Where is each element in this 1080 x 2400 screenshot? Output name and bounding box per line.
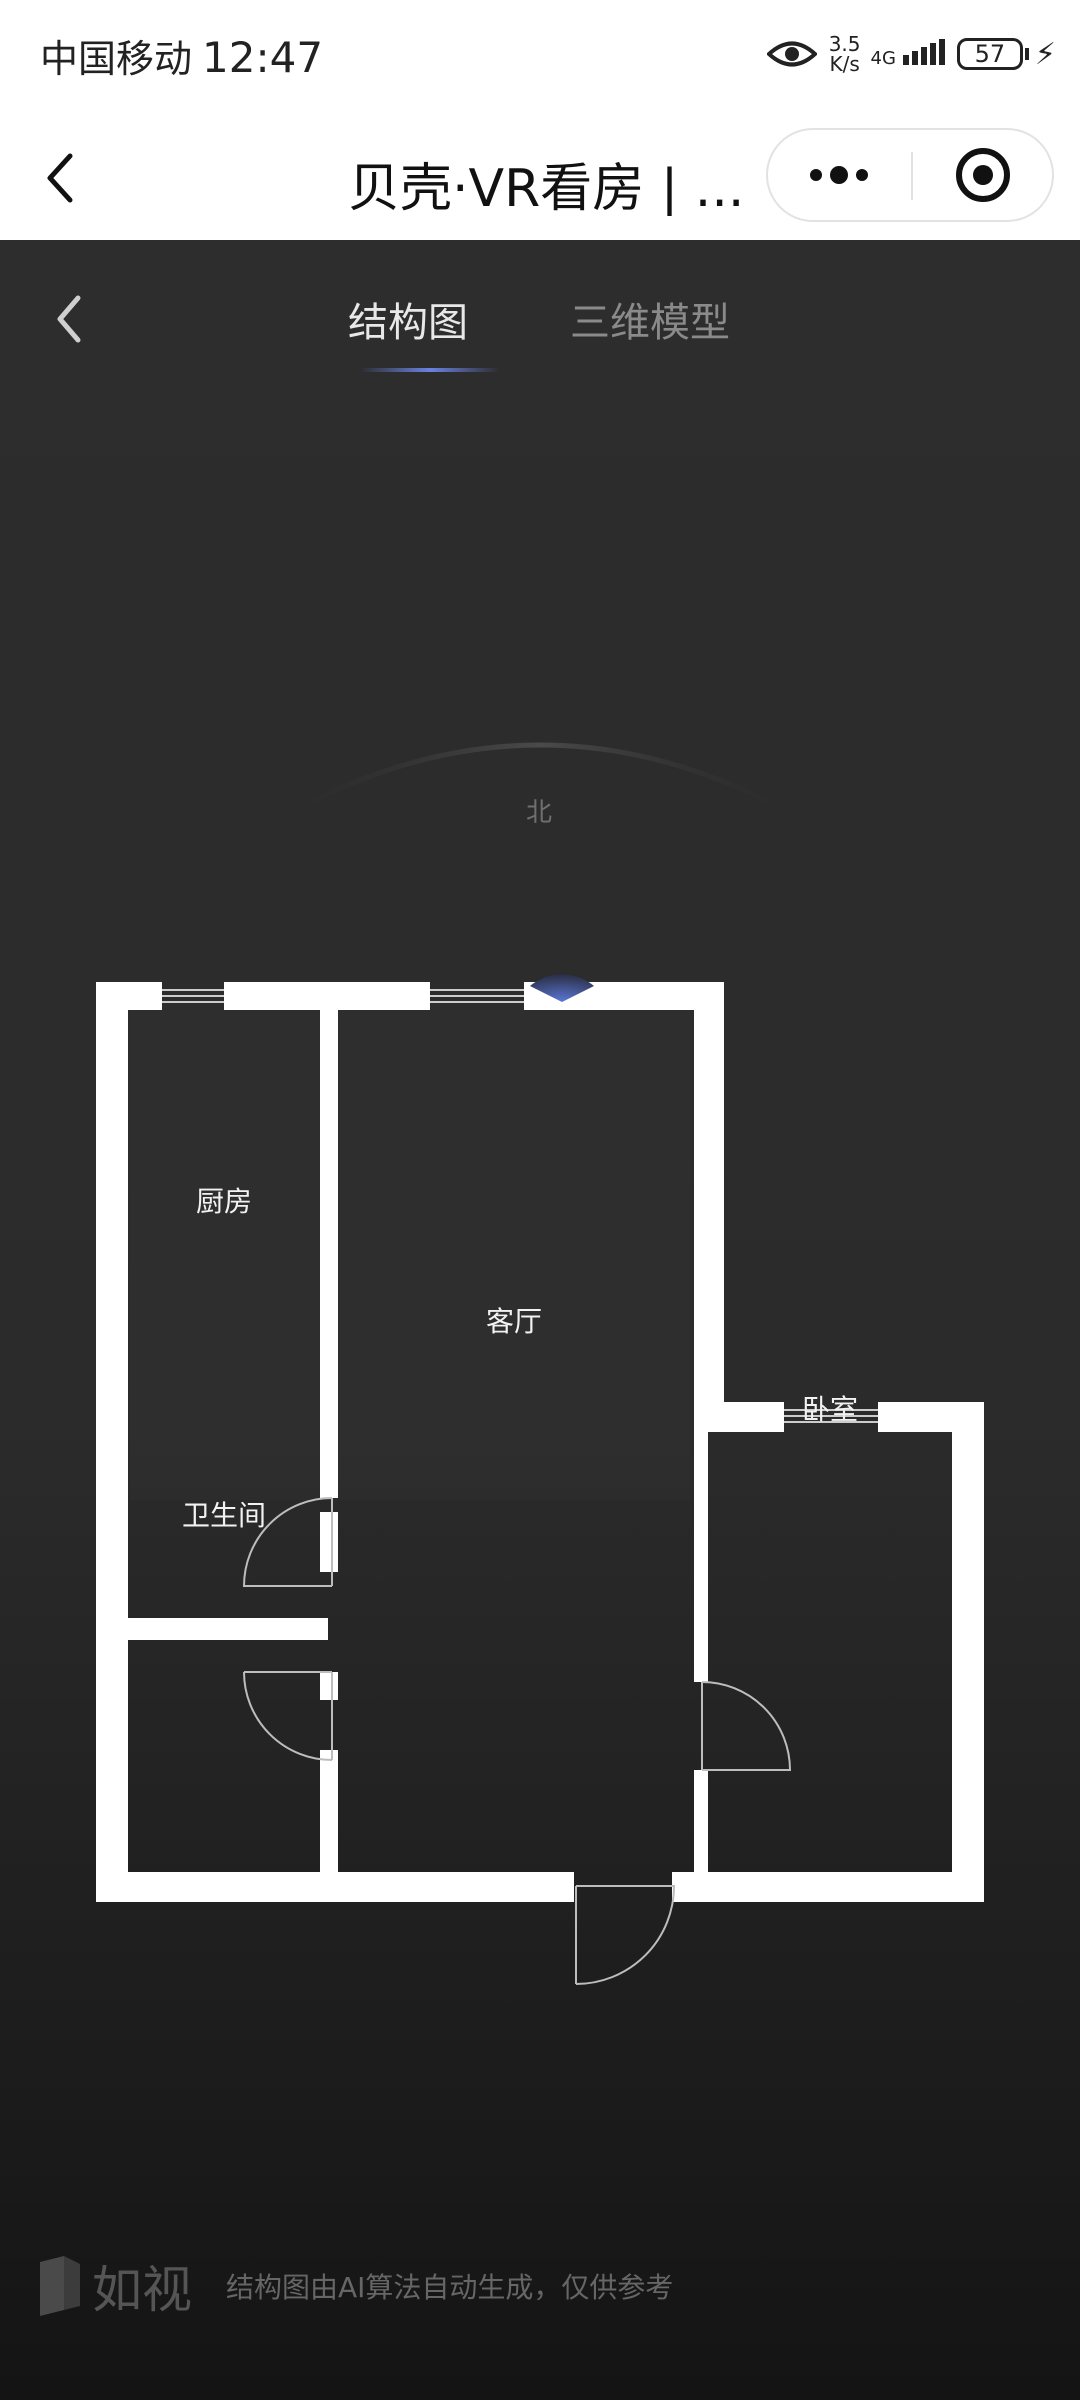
network-type: 4G	[870, 48, 896, 69]
status-left: 中国移动 12:47	[40, 28, 323, 83]
charging-bolt-icon: ⚡	[1034, 36, 1056, 72]
carrier-name: 中国移动	[40, 37, 193, 81]
battery-level: 57	[956, 38, 1023, 70]
room-label-bedroom[interactable]: 卧室	[802, 1388, 858, 1428]
brand-name: 如视	[92, 2261, 192, 2319]
room-label-kitchen[interactable]: 厨房	[196, 1180, 252, 1220]
room-label-living-room[interactable]: 客厅	[486, 1300, 542, 1340]
status-right: 3.5 K/s 4G 57 ⚡	[766, 34, 1056, 74]
speed-unit: K/s	[829, 52, 860, 76]
status-bar: 中国移动 12:47 3.5 K/s 4G 57 ⚡	[0, 0, 1080, 118]
compass-north-label: 北	[526, 798, 553, 828]
floorplan-viewer: 结构图 三维模型 北 厨房 客厅 卫生间 卧室 如视 结构图由AI算法自动生成，…	[0, 240, 1080, 2400]
status-time: 12:47	[202, 33, 324, 82]
more-dots-icon[interactable]	[768, 130, 910, 220]
signal-indicator: 4G	[871, 39, 945, 69]
mini-program-header: 贝壳·VR看房 | ...	[0, 118, 1080, 240]
speed-value: 3.5	[828, 32, 861, 56]
disclaimer-text: 结构图由AI算法自动生成，仅供参考	[226, 2271, 674, 2304]
target-circle-icon[interactable]	[914, 130, 1052, 220]
capsule-menu	[766, 128, 1054, 222]
eye-icon	[766, 41, 817, 67]
brand-logo-icon	[40, 2256, 80, 2316]
page-title: 贝壳·VR看房 | ...	[348, 159, 745, 216]
capsule-divider	[911, 152, 913, 200]
room-photo-shade	[130, 1000, 690, 1500]
chevron-left-icon[interactable]	[40, 148, 80, 208]
footer: 如视 结构图由AI算法自动生成，仅供参考	[34, 2250, 673, 2322]
network-speed: 3.5 K/s	[829, 34, 861, 74]
battery-tip	[1024, 48, 1029, 60]
room-label-bathroom[interactable]: 卫生间	[182, 1494, 266, 1534]
signal-bars-icon	[900, 39, 945, 69]
